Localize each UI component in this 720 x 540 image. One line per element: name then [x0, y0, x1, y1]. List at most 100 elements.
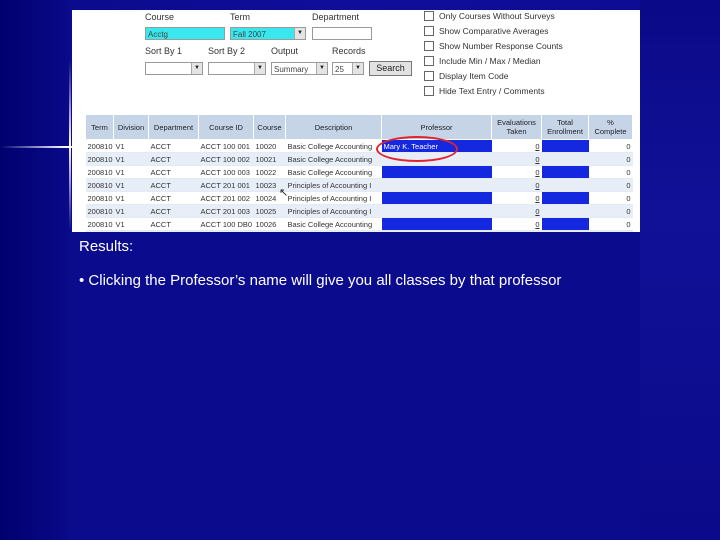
option-label: Only Courses Without Surveys	[439, 11, 555, 21]
results-heading: Results:	[79, 238, 134, 255]
option-include-min-max-median[interactable]: Include Min / Max / Median	[424, 55, 541, 67]
table-cell	[541, 230, 589, 232]
search-button[interactable]: Search	[369, 61, 412, 76]
table-cell: 0	[588, 230, 633, 232]
table-cell: Basic College Accounting	[285, 165, 382, 179]
checkbox-icon[interactable]	[424, 11, 434, 21]
sparkle-decoration-vertical	[69, 60, 71, 230]
evaluations-link[interactable]: 0	[491, 139, 542, 153]
sort2-select[interactable]: ▼	[208, 62, 266, 75]
column-header[interactable]: Course	[253, 114, 286, 140]
evaluations-link[interactable]: 0	[491, 191, 542, 205]
table-cell: ACCT 103 DB1	[198, 230, 254, 232]
checkbox-icon[interactable]	[424, 71, 434, 81]
column-header[interactable]: Total Enrollment	[541, 114, 589, 140]
output-select[interactable]: Summary ▼	[271, 62, 328, 75]
column-header[interactable]: Term	[85, 114, 114, 140]
table-cell: ACCT	[148, 191, 199, 205]
table-cell: 200810	[85, 230, 114, 232]
table-row: 200810 V1 ACCT ACCT 100 003 10022 Basic Colle…	[85, 165, 633, 179]
checkbox-icon[interactable]	[424, 26, 434, 36]
table-cell: ACCT 201 003	[198, 204, 254, 218]
table-cell: 200810	[85, 217, 114, 231]
professor-cell[interactable]	[381, 191, 492, 205]
table-cell	[541, 204, 589, 218]
table-cell: ACCT	[148, 165, 199, 179]
evaluations-link[interactable]: 0	[491, 204, 542, 218]
checkbox-icon[interactable]	[424, 86, 434, 96]
table-cell	[541, 165, 589, 179]
table-cell: 0	[588, 191, 633, 205]
output-label: Output	[271, 46, 299, 56]
column-header[interactable]: Course ID	[198, 114, 254, 140]
column-header[interactable]: Evaluations Taken	[491, 114, 542, 140]
dropdown-arrow-icon: ▼	[316, 63, 327, 74]
option-only-courses-without-surveys[interactable]: Only Courses Without Surveys	[424, 10, 555, 22]
professor-cell[interactable]	[381, 217, 492, 231]
professor-cell[interactable]	[381, 230, 492, 232]
table-cell: 10027	[253, 230, 286, 232]
table-cell: V1	[113, 217, 149, 231]
column-header[interactable]: Division	[113, 114, 149, 140]
column-header[interactable]: Department	[148, 114, 199, 140]
table-cell: 10020	[253, 139, 286, 153]
option-display-item-code[interactable]: Display Item Code	[424, 70, 508, 82]
professor-cell[interactable]	[381, 178, 492, 192]
evaluations-link[interactable]: 0	[491, 152, 542, 166]
column-header[interactable]: Description	[285, 114, 382, 140]
table-cell: 0	[588, 152, 633, 166]
department-input[interactable]	[312, 27, 372, 40]
term-select[interactable]: Fall 2007 ▼	[230, 27, 306, 40]
table-cell: Basic College Accounting	[285, 152, 382, 166]
table-cell: ACCT	[148, 230, 199, 232]
course-label: Course	[145, 12, 175, 22]
table-cell: ACCT 100 001	[198, 139, 254, 153]
output-select-value: Summary	[274, 65, 309, 74]
records-select-value: 25	[335, 65, 344, 74]
option-hide-text-entry-comments[interactable]: Hide Text Entry / Comments	[424, 85, 545, 97]
records-select[interactable]: 25 ▼	[332, 62, 364, 75]
checkbox-icon[interactable]	[424, 41, 434, 51]
professor-cell[interactable]	[381, 165, 492, 179]
table-row: 200810 V1 ACCT ACCT 201 003 10025 Principles …	[85, 204, 633, 218]
checkbox-icon[interactable]	[424, 56, 434, 66]
table-header-row: Term Division Department Course ID Cours…	[85, 114, 633, 140]
table-cell: Principles of Accounting I	[285, 191, 382, 205]
table-cell: V1	[113, 191, 149, 205]
column-header[interactable]: Professor	[381, 114, 492, 140]
table-cell: 0	[588, 217, 633, 231]
professor-cell[interactable]	[381, 204, 492, 218]
evaluations-link[interactable]: 0	[491, 230, 542, 232]
table-cell	[541, 152, 589, 166]
mouse-cursor-icon: ↖	[279, 187, 289, 199]
table-cell: Basic College Accounting	[285, 230, 382, 232]
table-cell: ACCT 201 002	[198, 191, 254, 205]
table-cell: 200810	[85, 165, 114, 179]
table-cell: V1	[113, 152, 149, 166]
table-cell: 10021	[253, 152, 286, 166]
option-show-comparative-averages[interactable]: Show Comparative Averages	[424, 25, 548, 37]
table-cell: 0	[588, 204, 633, 218]
table-row: 200810 V1 ACCT ACCT 201 002 10024 Principles …	[85, 191, 633, 205]
evaluations-link[interactable]: 0	[491, 178, 542, 192]
evaluations-link[interactable]: 0	[491, 165, 542, 179]
evaluations-link[interactable]: 0	[491, 217, 542, 231]
option-show-number-response-counts[interactable]: Show Number Response Counts	[424, 40, 563, 52]
dropdown-arrow-icon: ▼	[352, 63, 363, 74]
column-header[interactable]: % Complete	[588, 114, 633, 140]
sort1-label: Sort By 1	[145, 46, 183, 56]
dropdown-arrow-icon: ▼	[191, 63, 202, 74]
table-row: 200810 V1 ACCT ACCT 100 DB0 10026 Basic Colle…	[85, 217, 633, 231]
table-row: 200810 V1 ACCT ACCT 201 001 10023 Principles …	[85, 178, 633, 192]
option-label: Show Number Response Counts	[439, 41, 563, 51]
annotation-circle	[376, 136, 458, 162]
table-cell: V1	[113, 165, 149, 179]
table-cell: 10025	[253, 204, 286, 218]
table-cell: Basic College Accounting	[285, 217, 382, 231]
course-input[interactable]: Acctg	[145, 27, 225, 40]
table-cell: V1	[113, 139, 149, 153]
sort1-select[interactable]: ▼	[145, 62, 203, 75]
table-cell: Basic College Accounting	[285, 139, 382, 153]
table-cell: 0	[588, 165, 633, 179]
option-label: Display Item Code	[439, 71, 509, 81]
